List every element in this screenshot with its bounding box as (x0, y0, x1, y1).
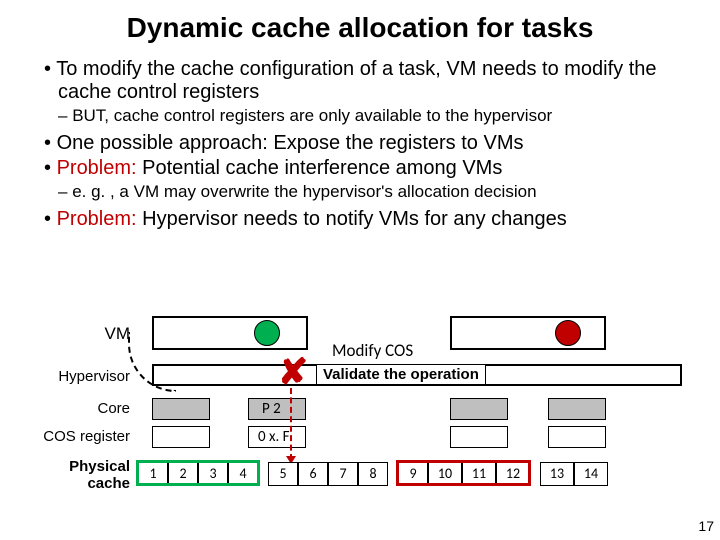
p2-label: P 2 (262, 400, 281, 418)
cos-box-3 (450, 426, 508, 448)
sub-list-1: BUT, cache control registers are only av… (58, 106, 688, 126)
vm-label: VM (70, 324, 130, 344)
bullet-list: To modify the cache configuration of a t… (32, 58, 688, 104)
slide-title: Dynamic cache allocation for tasks (32, 12, 688, 44)
core-box-4 (548, 398, 606, 420)
core-label: Core (60, 400, 130, 417)
physcache-label: Physical cache (30, 458, 130, 492)
red-highlight (396, 460, 531, 486)
red-task-icon (555, 320, 581, 346)
cache-cell: 6 (298, 462, 328, 486)
bullet-4: Problem: Hypervisor needs to notify VMs … (44, 208, 688, 231)
core-box-1 (152, 398, 210, 420)
core-box-3 (450, 398, 508, 420)
cache-cell: 13 (540, 462, 574, 486)
cos-box-1 (152, 426, 210, 448)
cos-box-4 (548, 426, 606, 448)
page-number: 17 (698, 518, 714, 534)
bullet-1: To modify the cache configuration of a t… (44, 58, 688, 104)
sub-1: BUT, cache control registers are only av… (58, 106, 688, 126)
green-highlight (136, 460, 260, 486)
cosreg-label: COS register (22, 428, 130, 445)
cache-cell: 5 (268, 462, 298, 486)
cache-cell: 8 (358, 462, 388, 486)
sub-list-2: e. g. , a VM may overwrite the hyperviso… (58, 182, 688, 202)
bullet-3: Problem: Potential cache interference am… (44, 157, 688, 180)
x-mark-icon: ✘ (278, 354, 308, 390)
validate-label: Validate the operation (316, 364, 486, 385)
sub-2: e. g. , a VM may overwrite the hyperviso… (58, 182, 688, 202)
red-dashed-arrow (290, 388, 292, 460)
hypervisor-label: Hypervisor (30, 368, 130, 385)
cache-cell: 14 (574, 462, 608, 486)
modify-cos-label: Modify COS (332, 340, 413, 361)
oxf-label: 0 x. F (258, 428, 290, 446)
cache-cell: 7 (328, 462, 358, 486)
vm-box-2 (450, 316, 606, 350)
green-task-icon (254, 320, 280, 346)
bullet-2: One possible approach: Expose the regist… (44, 132, 688, 155)
